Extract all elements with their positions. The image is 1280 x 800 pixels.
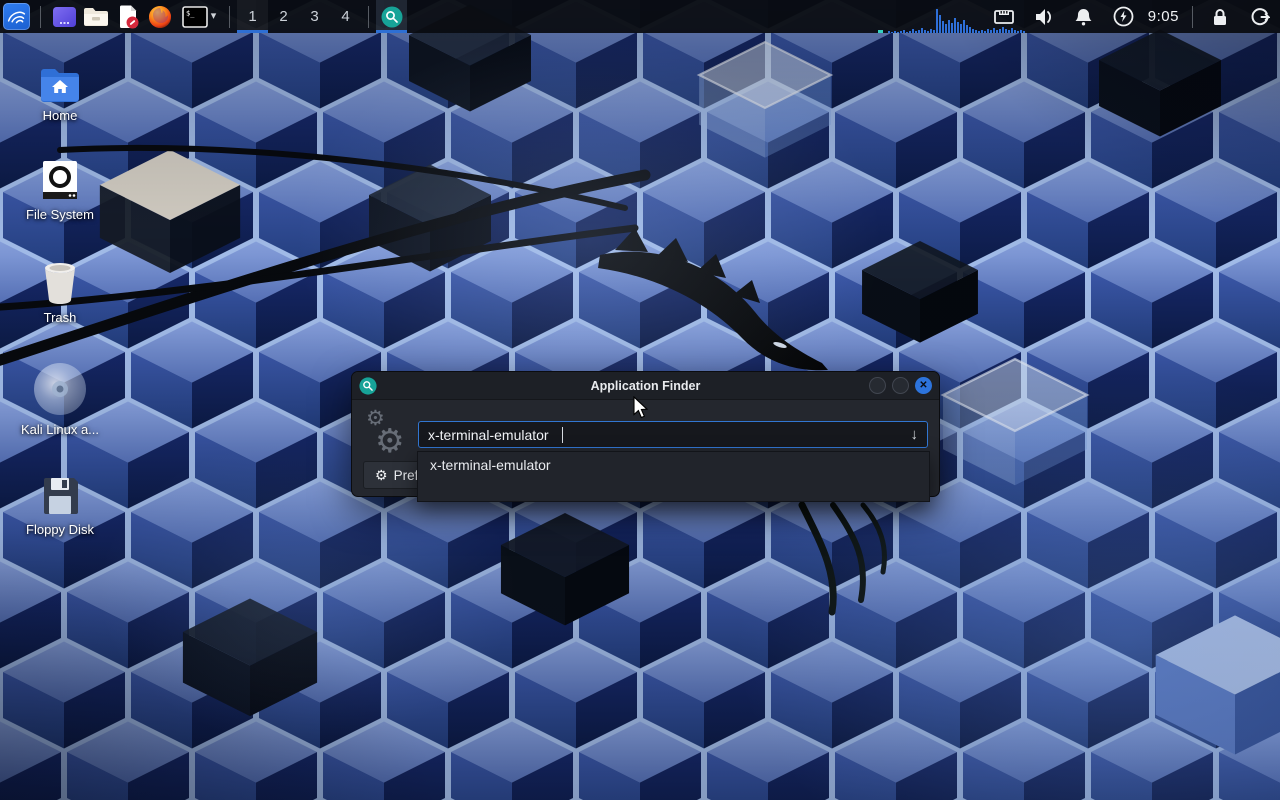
launcher-firefox[interactable] — [144, 0, 176, 33]
workspace-2[interactable]: 2 — [268, 0, 299, 33]
floppy-disk-icon — [40, 470, 80, 516]
chevron-down-icon[interactable]: ▾ — [211, 11, 217, 22]
clock[interactable]: 9:05 — [1148, 8, 1179, 25]
launcher-file-manager[interactable] — [80, 0, 112, 33]
workspace-3[interactable]: 3 — [299, 0, 330, 33]
volume-icon[interactable] — [1032, 0, 1056, 33]
gear-icon: ⚙ — [375, 467, 388, 484]
command-input-value: x-terminal-emulator — [428, 427, 549, 443]
dropdown-arrow-icon[interactable]: ↓ — [911, 426, 919, 443]
lock-screen-icon[interactable] — [1208, 0, 1232, 33]
desktop-icon-file-system[interactable]: File System — [10, 155, 110, 223]
notifications-bell-icon[interactable] — [1072, 0, 1096, 33]
applications-menu-button[interactable] — [0, 0, 33, 33]
application-gears-icon: ⚙ ⚙ — [366, 408, 418, 466]
panel-separator — [368, 6, 369, 28]
window-title: Application Finder — [352, 379, 939, 393]
desktop-icon-kali-linux[interactable]: Kali Linux a... — [10, 360, 110, 438]
svg-text:$_: $_ — [186, 9, 195, 17]
maximize-button[interactable] — [892, 377, 909, 394]
top-panel: $_ ▾ 1 2 3 4 — [0, 0, 1280, 33]
completion-item[interactable]: x-terminal-emulator — [418, 452, 929, 478]
system-tray: 9:05 — [984, 0, 1280, 33]
panel-separator — [1192, 6, 1193, 28]
desktop-icon-label: Trash — [44, 311, 77, 326]
window-icon-magnifier — [359, 377, 377, 395]
trash-can-icon — [41, 258, 79, 304]
workspace-4[interactable]: 4 — [330, 0, 361, 33]
launcher-terminal[interactable]: $_ ▾ — [176, 0, 222, 33]
panel-separator — [40, 6, 41, 28]
desktop-icon-label: File System — [26, 208, 94, 223]
titlebar[interactable]: Application Finder ✕ — [352, 372, 939, 400]
folder-icon — [83, 6, 109, 28]
log-out-icon[interactable] — [1248, 0, 1272, 33]
close-button[interactable]: ✕ — [915, 377, 932, 394]
desktop-icon-trash[interactable]: Trash — [10, 258, 110, 326]
terminal-icon: $_ — [182, 6, 208, 28]
desktop-icon-label: Kali Linux a... — [21, 423, 99, 438]
window-app-icon — [52, 6, 77, 28]
system-load-graph[interactable] — [878, 6, 1025, 33]
power-manager-icon[interactable] — [1112, 0, 1136, 33]
home-folder-icon — [39, 56, 81, 102]
desktop-icon-floppy-disk[interactable]: Floppy Disk — [10, 470, 110, 538]
optical-disc-icon — [33, 360, 87, 416]
desktop-icon-home[interactable]: Home — [10, 56, 110, 124]
kali-menu-icon — [3, 3, 30, 30]
search-icon — [381, 6, 403, 28]
text-cursor — [562, 427, 563, 443]
desktop-icon-label: Home — [43, 109, 78, 124]
desktop-icon-label: Floppy Disk — [26, 523, 94, 538]
hard-drive-icon — [40, 155, 80, 201]
firefox-icon — [148, 5, 172, 29]
panel-separator — [229, 6, 230, 28]
document-icon — [116, 5, 140, 29]
command-input[interactable]: x-terminal-emulator ↓ — [418, 421, 928, 448]
app-finder-panel-button[interactable] — [376, 0, 407, 33]
launcher-text-editor[interactable] — [112, 0, 144, 33]
minimize-button[interactable] — [869, 377, 886, 394]
launcher-window-app[interactable] — [48, 0, 80, 33]
close-icon: ✕ — [919, 381, 927, 391]
workspace-1[interactable]: 1 — [237, 0, 268, 33]
completion-popup: x-terminal-emulator — [417, 451, 930, 502]
desktop-root: { "panel": { "workspaces": ["1", "2", "3… — [0, 0, 1280, 800]
